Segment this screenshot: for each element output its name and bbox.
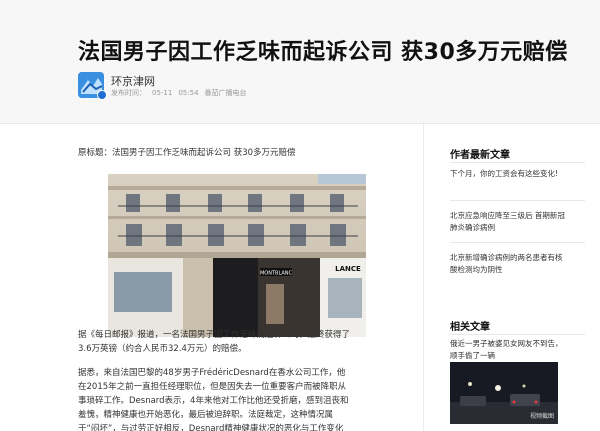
verified-badge-icon	[97, 90, 107, 100]
thumbnail-caption: 视频截图	[529, 413, 554, 420]
latest-article-link[interactable]: 下个月，你的工资会有这些变化!	[450, 168, 565, 180]
original-title: 原标题：法国男子因工作乏味而起诉公司 获30多万元赔偿	[78, 148, 296, 158]
sidebar-divider	[450, 242, 585, 243]
latest-article-link[interactable]: 北京应急响应降至三级后 首期新冠肺炎确诊病例	[450, 210, 565, 234]
related-articles-heading: 相关文章	[450, 322, 490, 333]
author-name[interactable]: 环京津网	[111, 73, 155, 89]
article-meta: 发布时间： 05-11 05:54 番茄广播电台	[111, 88, 253, 98]
platform-name: 番茄广播电台	[204, 89, 247, 97]
published-time: 05:54	[178, 89, 199, 97]
sidebar-divider	[450, 334, 585, 335]
column-divider	[423, 124, 424, 431]
sidebar-divider	[450, 162, 585, 163]
article-photo: MONTBLANC LANCE	[108, 174, 366, 337]
article-paragraph-2: 据悉，来自法国巴黎的48岁男子FrédéricDesnard在香水公司工作，他在…	[78, 368, 349, 431]
storefront-sign: MONTBLANC	[260, 271, 293, 277]
published-label: 发布时间：	[111, 89, 146, 97]
article-headline: 法国男子因工作乏味而起诉公司 获30多万元赔偿	[78, 40, 568, 65]
article-header: 法国男子因工作乏味而起诉公司 获30多万元赔偿 环京津网 发布时间： 05-11 0…	[0, 0, 600, 124]
sidebar: 作者最新文章 下个月，你的工资会有这些变化! 北京应急响应降至三级后 首期新冠肺…	[450, 124, 585, 431]
latest-article-link[interactable]: 北京新增确诊病例的两名患者有核酸检测均为阴性	[450, 252, 565, 276]
sidebar-divider	[450, 200, 585, 201]
related-article-link[interactable]: 俄近一男子被婆见女网友不到告，顺手偷了一辆	[450, 338, 565, 362]
storefront-sign-2: LANCE	[335, 265, 361, 273]
latest-articles-heading: 作者最新文章	[450, 150, 510, 161]
building-facade-image: MONTBLANC LANCE	[108, 174, 366, 337]
related-article-thumbnail[interactable]: 视频截图	[450, 362, 558, 424]
published-date: 05-11	[152, 89, 173, 97]
article-body: 原标题：法国男子因工作乏味而起诉公司 获30多万元赔偿 MONTBLANC LA…	[78, 124, 423, 431]
article-paragraph-1: 据《每日邮报》报道，一名法国男子因工作乏味而起诉公司，最终获得了3.6万英镑（约…	[78, 330, 351, 354]
